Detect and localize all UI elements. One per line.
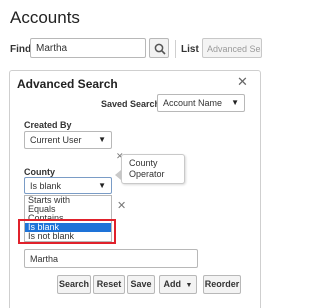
county-value-input[interactable] bbox=[24, 249, 198, 268]
chevron-down-icon: ▼ bbox=[185, 282, 193, 289]
reorder-button[interactable]: Reorder bbox=[203, 275, 241, 294]
chevron-down-icon: ▼ bbox=[98, 135, 106, 144]
find-search-button[interactable] bbox=[149, 38, 169, 58]
county-label: County bbox=[24, 167, 55, 177]
reset-button[interactable]: Reset bbox=[93, 275, 125, 294]
close-icon[interactable]: ✕ bbox=[237, 74, 248, 90]
add-button[interactable]: Add ▼ bbox=[159, 275, 197, 294]
county-operator-select[interactable]: Is blank ▼ bbox=[24, 177, 112, 194]
created-by-select[interactable]: Current User ▼ bbox=[24, 131, 112, 149]
list-label: List bbox=[181, 44, 199, 55]
created-by-label: Created By bbox=[24, 120, 72, 130]
panel-title: Advanced Search bbox=[17, 77, 118, 91]
remove-county-icon[interactable]: ✕ bbox=[117, 199, 126, 212]
find-input[interactable] bbox=[30, 38, 146, 58]
chevron-down-icon: ▼ bbox=[98, 181, 106, 190]
saved-search-label: Saved Search bbox=[101, 99, 161, 109]
chevron-down-icon: ▼ bbox=[231, 98, 239, 107]
save-button[interactable]: Save bbox=[127, 275, 155, 294]
county-operator-tooltip: County Operator bbox=[121, 154, 185, 184]
saved-search-select[interactable]: Account Name ▼ bbox=[157, 94, 245, 112]
saved-search-value: Account Name bbox=[163, 98, 223, 108]
search-icon bbox=[154, 43, 166, 55]
page-title: Accounts bbox=[10, 8, 80, 27]
find-label: Find bbox=[10, 44, 32, 55]
add-label: Add bbox=[163, 279, 182, 289]
highlight-annotation bbox=[18, 219, 116, 244]
toolbar-divider bbox=[175, 40, 176, 58]
county-operator-value: Is blank bbox=[30, 181, 62, 191]
search-button[interactable]: Search bbox=[57, 275, 91, 294]
list-select[interactable]: Advanced Search bbox=[202, 38, 262, 58]
created-by-value: Current User bbox=[30, 135, 82, 145]
